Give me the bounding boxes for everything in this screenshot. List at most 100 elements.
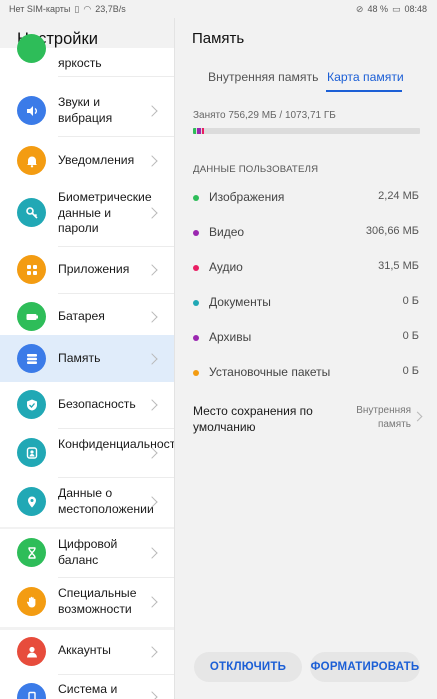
chevron-right-icon — [146, 105, 158, 117]
chevron-right-icon — [146, 596, 158, 608]
default-location-value: Внутренняя память — [356, 405, 411, 430]
category-name: Аудио — [209, 260, 243, 274]
sidebar-item-label: Конфиденциальность — [58, 437, 175, 451]
sidebar-item-location[interactable]: Данные о местоположении — [0, 478, 174, 526]
storage-used-text: Занято 756,29 МБ / 1073,71 ГБ — [193, 110, 336, 121]
category-name: Изображения — [209, 190, 285, 204]
sidebar-item-accessibility[interactable]: Специальные возможности — [0, 578, 174, 626]
category-size: 31,5 МБ — [378, 260, 419, 272]
storage-panel: Память Внутренняя память Карта памяти За… — [176, 18, 437, 699]
apps-grid-icon — [17, 255, 46, 284]
category-name: Видео — [209, 225, 245, 239]
sidebar-item-label: Уведомления — [58, 153, 135, 167]
storage-category-row[interactable]: Документы 0 Б — [176, 286, 437, 321]
category-size: 0 Б — [402, 365, 419, 377]
tab-memory-card[interactable]: Карта памяти — [327, 70, 404, 84]
page-title: Память — [192, 30, 245, 47]
sidebar-item-battery[interactable]: Батарея — [0, 294, 174, 340]
settings-panel: Настройки яркость Звуки и вибрация Уведо… — [0, 18, 175, 699]
category-dot-icon — [193, 265, 199, 271]
storage-category-row[interactable]: Видео 306,66 МБ — [176, 216, 437, 251]
category-size: 0 Б — [402, 295, 419, 307]
sidebar-item-notifications[interactable]: Уведомления — [0, 138, 174, 184]
chevron-right-icon — [146, 155, 158, 167]
category-dot-icon — [193, 370, 199, 376]
active-tab-indicator — [326, 90, 402, 92]
settings-group-5: Аккаунты Система и — [0, 630, 174, 699]
network-speed: 23,7B/s — [95, 4, 126, 14]
sidebar-item-label: Система и — [58, 682, 118, 696]
sidebar-item-label: Данные о местоположении — [58, 486, 154, 516]
category-name: Установочные пакеты — [209, 365, 331, 379]
settings-group-4: Цифровой баланс Специальные возможности — [0, 529, 174, 627]
sidebar-item-system[interactable]: Система и — [0, 675, 174, 699]
mute-icon: ⊘ — [355, 3, 364, 14]
sidebar-item-security[interactable]: Безопасность — [0, 382, 174, 428]
phone-icon — [17, 683, 46, 699]
location-pin-icon — [17, 487, 46, 516]
settings-group-3: Память Безопасность Конфиденциальность Д… — [0, 335, 175, 527]
chevron-right-icon — [146, 353, 158, 365]
chevron-right-icon — [412, 411, 423, 422]
bell-icon — [17, 146, 46, 175]
sidebar-item-label: Специальные возможности — [58, 586, 137, 616]
format-button[interactable]: ФОРМАТИРОВАТЬ — [310, 652, 420, 682]
settings-group-2: Биометрические данные и пароли Приложени… — [0, 180, 174, 356]
hand-icon — [17, 587, 46, 616]
category-size: 2,24 МБ — [378, 190, 419, 202]
user-data-heading: ДАННЫЕ ПОЛЬЗОВАТЕЛЯ — [193, 164, 319, 175]
sidebar-item-label: Цифровой баланс — [58, 537, 118, 567]
default-location-label: Место сохранения по умолчанию — [193, 404, 313, 434]
chevron-right-icon — [146, 311, 158, 323]
category-dot-icon — [193, 230, 199, 236]
sidebar-item-accounts[interactable]: Аккаунты — [0, 630, 174, 674]
sim-status: Нет SIM-карты — [9, 4, 71, 14]
sidebar-item-apps[interactable]: Приложения — [0, 247, 174, 293]
chevron-right-icon — [146, 691, 158, 699]
sidebar-item-label: Батарея — [58, 309, 105, 323]
tab-internal-storage[interactable]: Внутренняя память — [208, 70, 318, 84]
display-icon — [17, 34, 46, 63]
speaker-icon — [17, 96, 46, 125]
sidebar-item-label: Звуки и вибрация — [58, 95, 113, 125]
sidebar-item-display[interactable]: яркость — [0, 34, 174, 76]
default-location-setting[interactable]: Место сохранения по умолчанию Внутренняя… — [193, 404, 423, 440]
battery-icon — [17, 302, 46, 331]
sidebar-item-label: Биометрические данные и пароли — [58, 190, 152, 235]
category-name: Архивы — [209, 330, 252, 344]
sidebar-item-label: яркость — [58, 56, 102, 70]
sidebar-item-digital-balance[interactable]: Цифровой баланс — [0, 529, 174, 577]
storage-category-row[interactable]: Установочные пакеты 0 Б — [176, 356, 437, 391]
storage-category-row[interactable]: Изображения 2,24 МБ — [176, 181, 437, 216]
sidebar-item-biometrics[interactable]: Биометрические данные и пароли — [0, 180, 174, 246]
usage-segment — [193, 128, 196, 134]
category-size: 0 Б — [402, 330, 419, 342]
chevron-right-icon — [146, 547, 158, 559]
sidebar-item-storage[interactable]: Память — [0, 335, 174, 382]
category-name: Документы — [209, 295, 271, 309]
settings-group-1: яркость Звуки и вибрация Уведомления — [0, 34, 174, 198]
storage-tabs: Внутренняя память Карта памяти — [176, 70, 437, 94]
hourglass-icon — [17, 538, 46, 567]
shield-icon — [17, 390, 46, 419]
battery-icon: ▭ — [391, 3, 401, 14]
storage-usage-bar — [193, 128, 420, 134]
chevron-right-icon — [146, 264, 158, 276]
storage-category-row[interactable]: Архивы 0 Б — [176, 321, 437, 356]
sidebar-item-label: Память — [58, 351, 101, 365]
sidebar-item-privacy[interactable]: Конфиденциальность — [0, 429, 175, 477]
usage-segment — [196, 128, 201, 134]
sidebar-item-label: Аккаунты — [58, 643, 111, 657]
storage-category-row[interactable]: Аудио 31,5 МБ — [176, 251, 437, 286]
usage-segment — [201, 128, 205, 134]
category-size: 306,66 МБ — [365, 225, 419, 237]
chevron-right-icon — [146, 399, 158, 411]
sidebar-item-label: Безопасность — [58, 397, 136, 411]
sidebar-item-sounds[interactable]: Звуки и вибрация — [0, 88, 174, 134]
disable-button[interactable]: ОТКЛЮЧИТЬ — [194, 652, 302, 682]
chevron-right-icon — [146, 207, 158, 219]
key-icon — [17, 198, 46, 227]
clock: 08:48 — [404, 4, 427, 14]
battery-percent: 48 % — [367, 4, 388, 14]
category-dot-icon — [193, 300, 199, 306]
